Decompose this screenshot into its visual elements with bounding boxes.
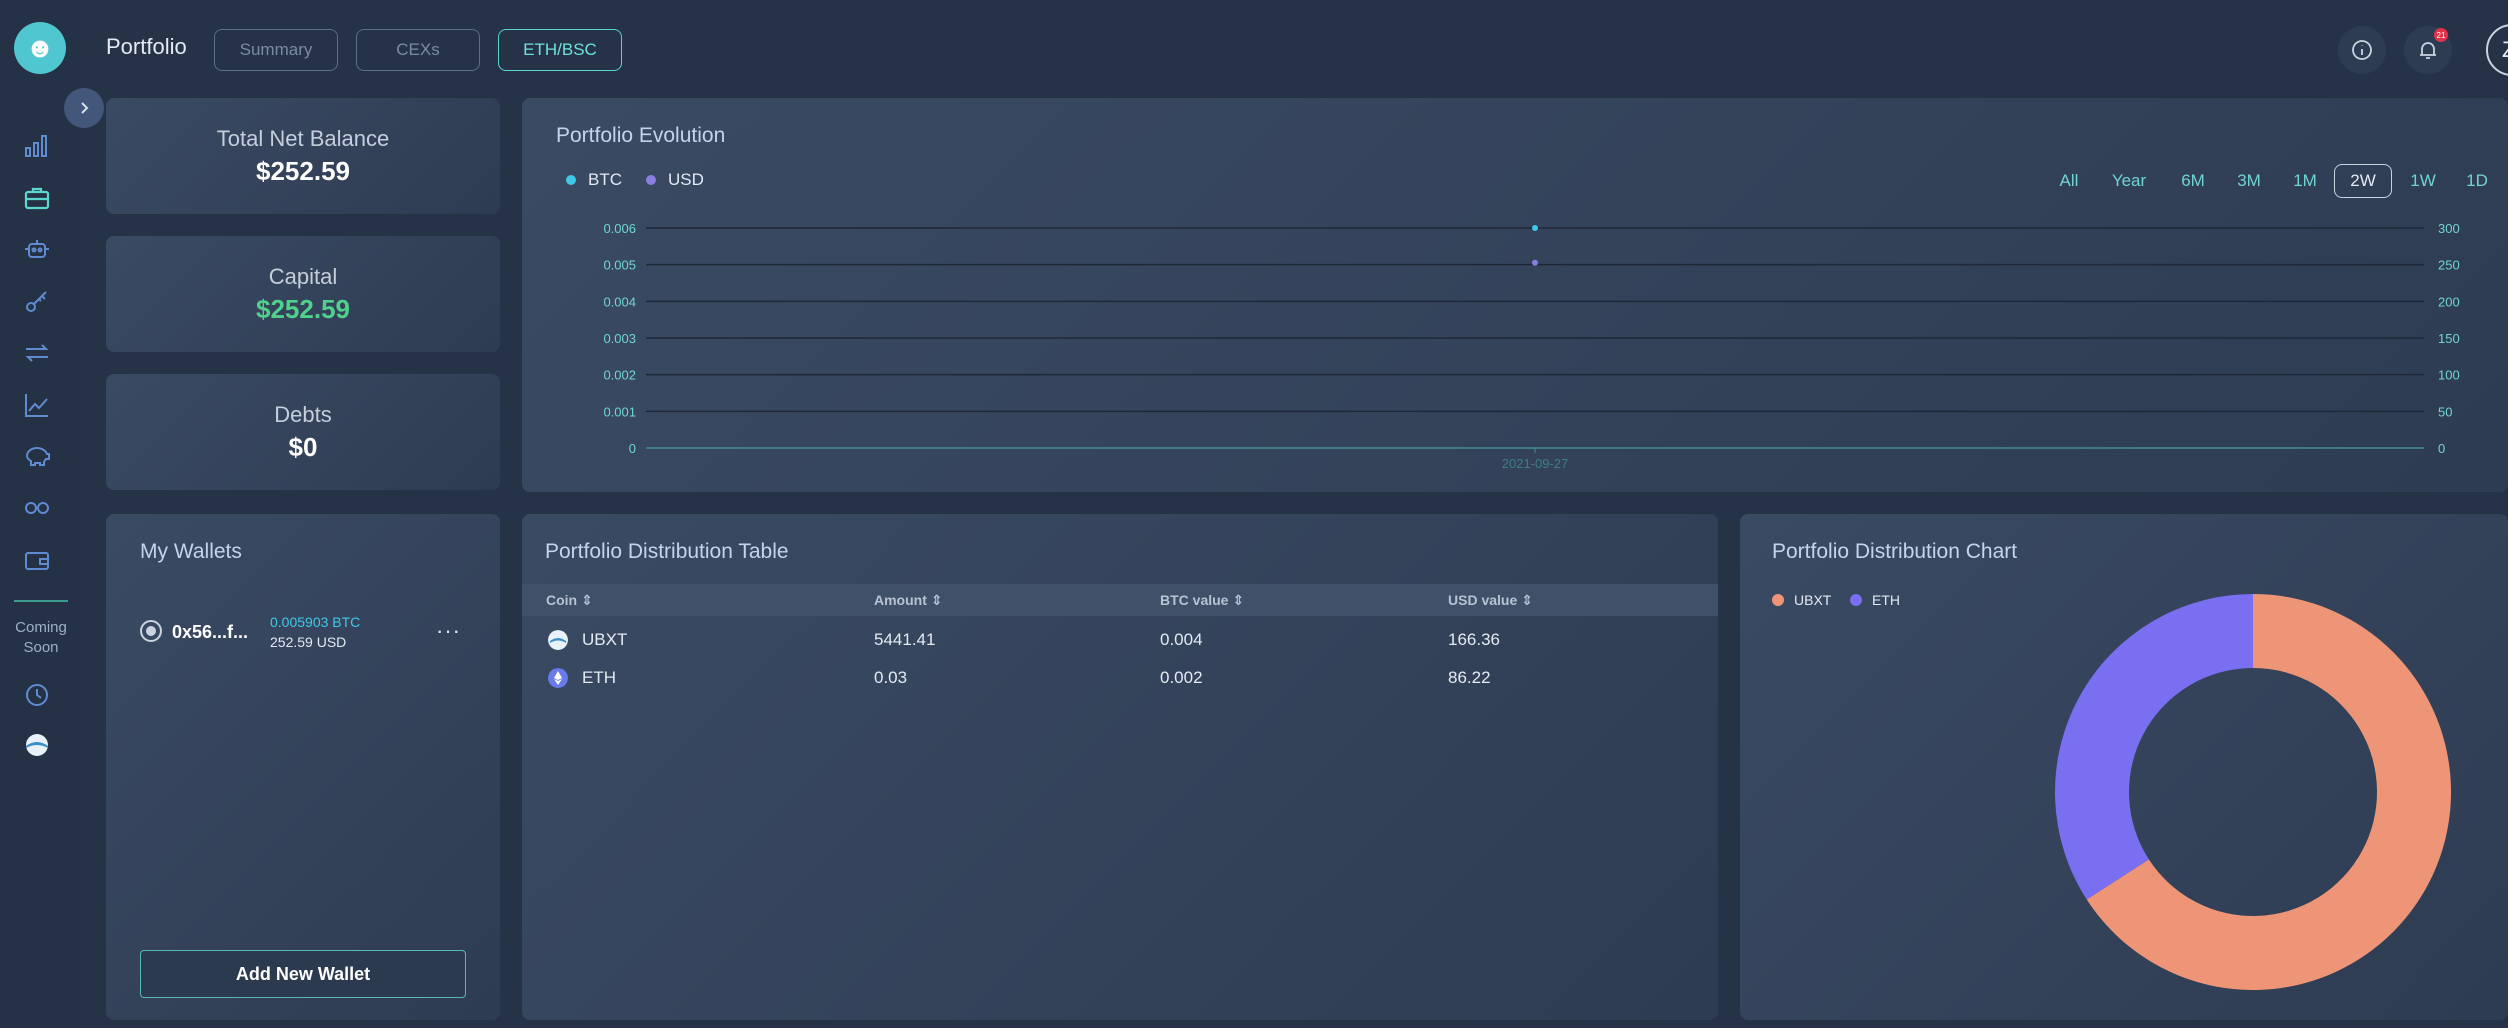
- y-tick-left: 0.002: [603, 368, 636, 383]
- col-btc-value[interactable]: BTC value ⇕: [1160, 592, 1244, 609]
- cell-btc: 0.004: [1160, 630, 1203, 649]
- y-tick-right: 0: [2438, 441, 2445, 456]
- wallet-icon[interactable]: [22, 545, 52, 575]
- ubxt-icon[interactable]: [22, 730, 52, 760]
- cell-btc: 0.002: [1160, 668, 1203, 687]
- table-row[interactable]: UBXT 5441.41 0.004 166.36: [522, 620, 1718, 658]
- cell-usd: 166.36: [1448, 630, 1500, 649]
- sidebar-divider: [14, 600, 68, 602]
- portfolio-distribution-donut: [2055, 594, 2451, 990]
- col-coin[interactable]: Coin ⇕: [546, 592, 593, 609]
- y-tick-right: 200: [2438, 294, 2460, 309]
- donut-slice-eth: [2055, 594, 2253, 900]
- y-tick-right: 100: [2438, 368, 2460, 383]
- coming-soon-label: Coming Soon: [15, 619, 67, 656]
- wallet-radio[interactable]: [140, 620, 162, 642]
- y-tick-right: 300: [2438, 221, 2460, 236]
- my-wallets-card: [106, 514, 500, 1020]
- y-tick-left: 0.005: [603, 258, 636, 273]
- ubxt-coin-icon: [548, 630, 568, 650]
- y-tick-right: 50: [2438, 404, 2452, 419]
- y-tick-left: 0.001: [603, 404, 636, 419]
- table-header: Coin ⇕ Amount ⇕ BTC value ⇕ USD value ⇕: [522, 584, 1718, 616]
- add-new-wallet-button[interactable]: Add New Wallet: [140, 950, 466, 998]
- y-tick-right: 150: [2438, 331, 2460, 346]
- cell-usd: 86.22: [1448, 668, 1491, 687]
- col-amount[interactable]: Amount ⇕: [874, 592, 943, 609]
- data-point-btc: [1532, 225, 1538, 231]
- portfolio-evolution-chart: 0 0 0.001 50 0.002 100 0.003 150 0.004 200 0.005 25…: [603, 221, 2460, 471]
- data-point-usd: [1532, 259, 1538, 266]
- cell-amount: 5441.41: [874, 630, 936, 649]
- y-tick-left: 0.003: [603, 331, 636, 346]
- x-tick: 2021-09-27: [1502, 456, 1569, 471]
- table-row[interactable]: ETH 0.03 0.002 86.22: [522, 658, 1718, 696]
- wallet-usd-balance: 252.59 USD: [270, 634, 347, 650]
- my-wallets-title: My Wallets: [140, 540, 242, 563]
- sidebar-toggle-button[interactable]: [64, 88, 104, 128]
- clock-icon[interactable]: [22, 680, 52, 710]
- y-tick-left: 0: [629, 441, 636, 456]
- distribution-table-title: Portfolio Distribution Table: [545, 540, 789, 563]
- cell-coin: UBXT: [582, 630, 628, 649]
- y-tick-left: 0.004: [603, 294, 636, 309]
- eth-coin-icon: [548, 668, 568, 688]
- wallet-address: 0x56...f...: [172, 622, 249, 642]
- wallet-btc-balance: 0.005903 BTC: [270, 614, 361, 630]
- col-usd-value[interactable]: USD value ⇕: [1448, 592, 1533, 609]
- cell-coin: ETH: [582, 668, 616, 687]
- y-tick-left: 0.006: [603, 221, 636, 236]
- wallet-more-icon[interactable]: ···: [436, 618, 461, 644]
- cell-amount: 0.03: [874, 668, 908, 687]
- y-tick-right: 250: [2438, 258, 2460, 273]
